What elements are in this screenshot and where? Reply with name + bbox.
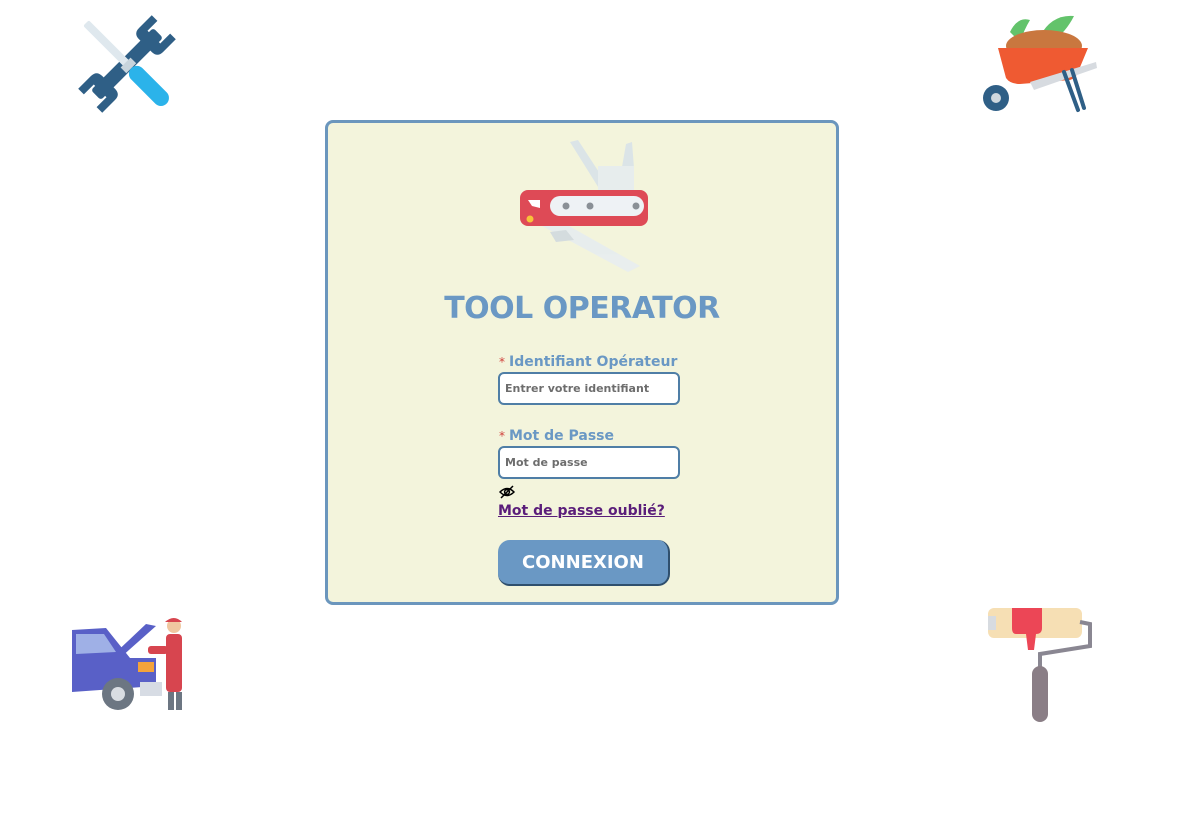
forgot-password-link[interactable]: Mot de passe oublié? <box>498 503 665 519</box>
login-page: TOOL OPERATOR * Identifiant Opérateur * Mo… <box>0 0 1186 816</box>
wrench-screwdriver-icon <box>70 8 185 120</box>
car-mechanic-icon <box>70 618 188 714</box>
password-label: * Mot de Passe <box>499 428 614 444</box>
required-marker: * <box>499 429 505 443</box>
password-label-text: Mot de Passe <box>509 428 614 444</box>
username-label: * Identifiant Opérateur <box>499 354 677 370</box>
password-input[interactable] <box>498 446 680 479</box>
app-title: TOOL OPERATOR <box>444 291 720 326</box>
swiss-knife-icon <box>518 138 652 274</box>
username-input[interactable] <box>498 372 680 405</box>
paint-roller-icon <box>986 606 1096 724</box>
eye-slash-icon[interactable] <box>498 484 516 499</box>
required-marker: * <box>499 355 505 369</box>
login-card: TOOL OPERATOR * Identifiant Opérateur * Mo… <box>325 120 839 605</box>
login-button[interactable]: CONNEXION <box>498 540 670 586</box>
wheelbarrow-icon <box>980 14 1098 114</box>
username-label-text: Identifiant Opérateur <box>509 354 678 370</box>
